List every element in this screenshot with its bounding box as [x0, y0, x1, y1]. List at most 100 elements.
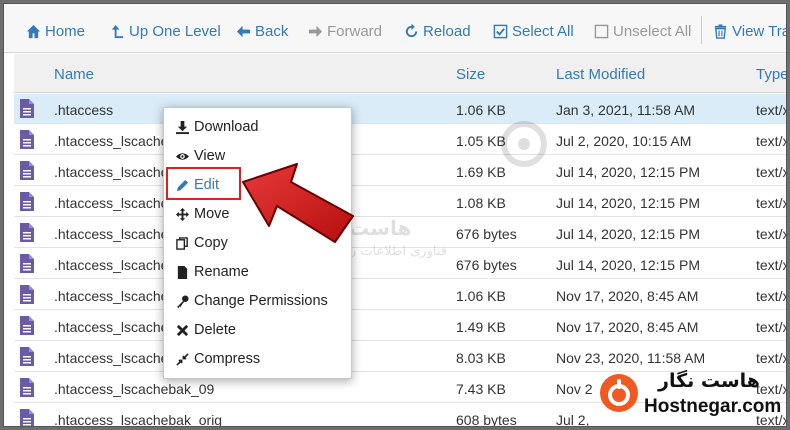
- table-row[interactable]: .htaccess_lscache 1.69 KB Jul 14, 2020, 12…: [14, 156, 787, 186]
- table-row[interactable]: .htaccess 1.06 KB Jan 3, 2021, 11:58 AM tex…: [14, 94, 787, 124]
- menu-label-delete: Delete: [194, 322, 236, 338]
- document-icon: [20, 254, 34, 273]
- file-name: .htaccess_lscache: [54, 288, 169, 304]
- menu-label-change-permissions: Change Permissions: [194, 293, 328, 309]
- file-name: .htaccess_lscache: [54, 164, 169, 180]
- file-type: text/x: [756, 350, 787, 366]
- hostnegar-logo-icon: [600, 374, 638, 412]
- column-header-last-modified[interactable]: Last Modified: [556, 66, 645, 83]
- home-label: Home: [45, 22, 86, 40]
- reload-button[interactable]: Reload: [404, 20, 471, 42]
- file-name: .htaccess_lscache: [54, 257, 169, 273]
- file-size: 1.69 KB: [456, 164, 506, 180]
- menu-label-compress: Compress: [194, 351, 261, 367]
- move-arrows-icon: [176, 207, 189, 221]
- document-icon: [20, 99, 34, 118]
- file-size: 1.05 KB: [456, 133, 506, 149]
- file-type: text/x: [756, 195, 787, 211]
- menu-item-rename[interactable]: Rename: [176, 261, 249, 283]
- document-icon: [20, 378, 34, 397]
- menu-label-move: Move: [194, 206, 230, 222]
- select-all-label: Select All: [512, 22, 574, 40]
- forward-button[interactable]: Forward: [308, 20, 382, 42]
- brand-name-en: Hostnegar.com: [644, 396, 782, 417]
- column-header-type[interactable]: Type: [756, 66, 786, 83]
- toolbar-divider: [701, 16, 702, 44]
- red-arrow-icon: [242, 163, 354, 243]
- compress-icon: [176, 352, 189, 366]
- key-icon: [176, 294, 189, 308]
- brand-name-fa: هاست نگار: [658, 370, 760, 392]
- menu-label-copy: Copy: [194, 235, 228, 251]
- document-icon: [20, 192, 34, 211]
- table-row[interactable]: .htaccess_lscache 1.05 KB Jul 2, 2020, 10:…: [14, 125, 787, 155]
- document-icon: [20, 161, 34, 180]
- arrow-left-icon: [236, 25, 251, 37]
- menu-item-delete[interactable]: Delete: [176, 319, 236, 341]
- menu-item-move[interactable]: Move: [176, 203, 229, 225]
- file-last-modified: Jul 14, 2020, 12:15 PM: [556, 164, 700, 180]
- file-type: text/x: [756, 102, 787, 118]
- file-manager-window: Home Up One Level Back Forward Reload Se…: [3, 3, 787, 427]
- back-label: Back: [255, 22, 289, 40]
- file-type: text/x: [756, 226, 787, 242]
- file-type: text/x: [756, 288, 787, 304]
- file-last-modified: Jul 14, 2020, 12:15 PM: [556, 226, 700, 242]
- file-type: text/x: [756, 133, 787, 149]
- toolbar: Home Up One Level Back Forward Reload Se…: [4, 4, 786, 53]
- document-icon: [20, 316, 34, 335]
- up-one-level-button[interactable]: Up One Level: [110, 20, 221, 42]
- file-last-modified: Nov 2: [556, 381, 593, 397]
- reload-icon: [405, 23, 418, 37]
- file-last-modified: Nov 23, 2020, 11:58 AM: [556, 350, 706, 366]
- file-type: text/x: [756, 164, 787, 180]
- table-row[interactable]: .htaccess_lscache 1.49 KB Nov 17, 2020, 8:…: [14, 311, 787, 341]
- table-row[interactable]: .htaccess_lscache 1.08 KB Jul 14, 2020, 12…: [14, 187, 787, 217]
- download-icon: [176, 120, 189, 134]
- home-button[interactable]: Home: [26, 20, 85, 42]
- select-all-button[interactable]: Select All: [493, 20, 574, 42]
- file-size: 7.43 KB: [456, 381, 506, 397]
- menu-item-copy[interactable]: Copy: [176, 232, 228, 254]
- unselect-all-label: Unselect All: [613, 22, 692, 40]
- file-name: .htaccess_lscachebak_09: [54, 381, 215, 397]
- x-icon: [176, 324, 189, 336]
- file-size: 676 bytes: [456, 226, 517, 242]
- checkbox-checked-icon: [493, 24, 508, 38]
- menu-label-download: Download: [194, 119, 259, 135]
- table-header: Name Size Last Modified Type: [14, 54, 786, 93]
- up-one-level-label: Up One Level: [129, 22, 221, 40]
- table-row[interactable]: .htaccess_lscache 676 bytes Jul 14, 2020, …: [14, 249, 786, 279]
- file-last-modified: Jul 14, 2020, 12:15 PM: [556, 257, 700, 273]
- edit-highlight-box: [166, 167, 241, 200]
- file-icon: [177, 265, 188, 279]
- file-size: 1.06 KB: [456, 288, 506, 304]
- table-row[interactable]: .htaccess_lscache 1.06 KB Nov 17, 2020, 8:…: [14, 280, 787, 310]
- column-header-size[interactable]: Size: [456, 66, 485, 83]
- file-last-modified: Nov 17, 2020, 8:45 AM: [556, 288, 699, 304]
- document-icon: [20, 347, 34, 366]
- column-header-name[interactable]: Name: [54, 66, 94, 83]
- arrow-right-icon: [308, 25, 323, 37]
- unselect-all-button[interactable]: Unselect All: [594, 20, 691, 42]
- file-last-modified: Jul 14, 2020, 12:15 PM: [556, 195, 700, 211]
- file-name: .htaccess_lscache: [54, 133, 169, 149]
- file-size: 676 bytes: [456, 257, 517, 273]
- file-type: text/x: [756, 319, 787, 335]
- menu-item-download[interactable]: Download: [176, 116, 259, 138]
- menu-item-view[interactable]: View: [176, 145, 225, 167]
- file-name: .htaccess_lscache: [54, 350, 169, 366]
- menu-item-compress[interactable]: Compress: [176, 348, 260, 370]
- file-size: 1.06 KB: [456, 102, 506, 118]
- table-row[interactable]: .htaccess_lscache 676 bytes Jul 14, 2020, …: [14, 218, 787, 248]
- file-size: 8.03 KB: [456, 350, 506, 366]
- forward-label: Forward: [327, 22, 383, 40]
- view-trash-button[interactable]: View Tras: [713, 20, 786, 42]
- document-icon: [20, 130, 34, 149]
- file-last-modified: Jan 3, 2021, 11:58 AM: [556, 102, 696, 118]
- checkbox-empty-icon: [594, 24, 609, 38]
- menu-item-change-permissions[interactable]: Change Permissions: [176, 290, 328, 312]
- menu-label-view: View: [194, 148, 226, 164]
- back-button[interactable]: Back: [236, 20, 288, 42]
- file-size: 1.49 KB: [456, 319, 506, 335]
